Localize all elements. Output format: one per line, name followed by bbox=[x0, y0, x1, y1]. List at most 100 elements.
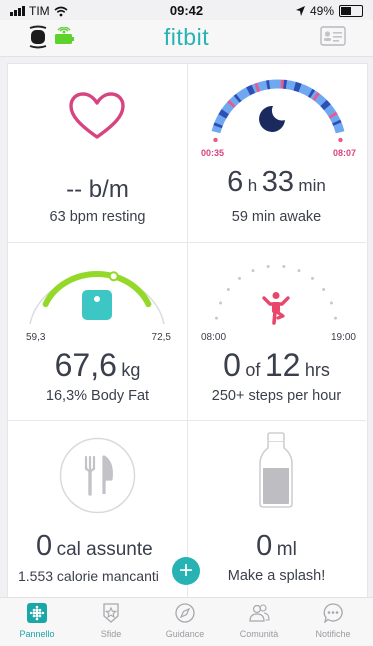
sleep-stage-segment bbox=[329, 109, 331, 112]
sleep-stage-segment bbox=[222, 114, 224, 117]
sleep-stage-segment bbox=[243, 93, 246, 95]
sleep-stage-segment bbox=[322, 101, 324, 103]
sleep-stage-segment bbox=[310, 93, 313, 95]
dashboard-icon bbox=[27, 603, 47, 623]
status-bar: TIM 09:42 49% bbox=[0, 0, 373, 20]
sleep-tile[interactable]: 00:35 08:07 6 h 33 min 59 min awake bbox=[187, 64, 366, 243]
battery-icon bbox=[339, 5, 363, 17]
community-icon bbox=[247, 603, 271, 623]
sleep-awake-time: 59 min awake bbox=[187, 209, 366, 225]
calories-value: 0 cal assunte bbox=[36, 530, 187, 563]
scale-icon bbox=[81, 289, 113, 321]
sleep-stage-segment bbox=[232, 101, 234, 103]
challenges-icon bbox=[101, 603, 121, 623]
sleep-stage-segment bbox=[308, 91, 311, 92]
sleep-stage-segment bbox=[241, 94, 244, 96]
fork-knife-icon bbox=[59, 437, 136, 514]
sleep-stage-segment bbox=[248, 90, 251, 91]
water-bottle-icon bbox=[258, 432, 294, 508]
sleep-stage-segment bbox=[237, 97, 239, 99]
hourly-activity-tile[interactable]: 08:00 19:00 0 of 12 hrs 250+ steps per h… bbox=[187, 242, 366, 421]
sleep-endpoint-dot bbox=[213, 138, 217, 142]
nav-label-dashboard: Pannello bbox=[0, 629, 74, 639]
sleep-arc-chart bbox=[203, 68, 353, 158]
sleep-stage-segment bbox=[256, 87, 259, 88]
bottom-nav: Pannello Sfide Guidance Comunità Notific… bbox=[0, 597, 373, 646]
hour-dot bbox=[330, 302, 333, 305]
quick-log-button[interactable]: + bbox=[172, 557, 200, 585]
sleep-stage-segment bbox=[229, 105, 231, 107]
hour-dot bbox=[252, 269, 255, 272]
profile-card-icon[interactable] bbox=[320, 26, 346, 46]
steps-per-hour-goal: 250+ steps per hour bbox=[187, 388, 366, 404]
app-header: fitbit bbox=[0, 20, 373, 57]
food-tile[interactable]: 0 cal assunte 1.553 calorie mancanti bbox=[8, 420, 188, 598]
battery-percent: 49% bbox=[310, 4, 334, 18]
sleep-stage-segment bbox=[221, 116, 222, 119]
sleep-stage-segment bbox=[227, 107, 229, 109]
location-arrow-icon bbox=[296, 6, 305, 16]
sleep-end-time: 08:07 bbox=[333, 148, 356, 158]
hour-dot bbox=[297, 269, 300, 272]
weight-tile[interactable]: 59,3 72,5 67,6 kg 16,3% Body Fat bbox=[8, 242, 188, 421]
sleep-stage-segment bbox=[336, 121, 337, 124]
water-value: 0 ml bbox=[187, 530, 366, 563]
body-fat: 16,3% Body Fat bbox=[8, 388, 187, 404]
sleep-stage-segment bbox=[292, 86, 295, 87]
sleep-stage-segment bbox=[217, 126, 218, 129]
sleep-duration: 6 h 33 min bbox=[187, 166, 366, 199]
hour-dot bbox=[334, 317, 337, 320]
heart-rate-tile[interactable]: -- b/m 63 bpm resting bbox=[8, 64, 188, 243]
nav-item-guidance[interactable]: Guidance bbox=[148, 598, 222, 646]
sleep-stage-segment bbox=[261, 85, 264, 86]
sleep-stage-segment bbox=[220, 119, 221, 122]
nav-label-notifications: Notifiche bbox=[296, 629, 370, 639]
hour-dot bbox=[238, 277, 241, 280]
nav-item-dashboard[interactable]: Pannello bbox=[0, 598, 74, 646]
sleep-stage-segment bbox=[313, 94, 316, 96]
sleep-stage-segment bbox=[315, 96, 317, 98]
sleep-stage-segment bbox=[225, 109, 227, 111]
sleep-stage-segment bbox=[234, 99, 236, 101]
sleep-stage-segment bbox=[295, 86, 298, 87]
sleep-stage-segment bbox=[253, 88, 256, 89]
water-tile[interactable]: 0 ml Make a splash! bbox=[187, 420, 366, 598]
sleep-stage-segment bbox=[317, 97, 319, 99]
sleep-stage-segment bbox=[335, 119, 336, 122]
sleep-stage-segment bbox=[339, 129, 340, 132]
active-person-icon bbox=[261, 291, 291, 325]
resting-heart-rate: 63 bpm resting bbox=[8, 209, 187, 225]
sleep-stage-segment bbox=[319, 99, 321, 101]
sleep-stage-segment bbox=[327, 107, 329, 109]
nav-label-community: Comunità bbox=[222, 629, 296, 639]
hour-dot bbox=[215, 317, 218, 320]
hour-dot bbox=[282, 265, 285, 268]
sleep-stage-segment bbox=[219, 121, 220, 124]
nav-item-community[interactable]: Comunità bbox=[222, 598, 296, 646]
nav-label-guidance: Guidance bbox=[148, 629, 222, 639]
weight-range-max: 72,5 bbox=[152, 332, 171, 343]
sleep-stage-segment bbox=[334, 116, 335, 119]
sleep-stage-segment bbox=[331, 112, 333, 115]
hour-dot bbox=[219, 302, 222, 305]
hourly-end-time: 19:00 bbox=[331, 332, 356, 343]
compass-icon bbox=[175, 603, 195, 623]
hourly-value: 0 of 12 hrs bbox=[187, 347, 366, 384]
hour-dot bbox=[267, 265, 270, 268]
heart-rate-value: -- b/m bbox=[8, 176, 187, 204]
sleep-endpoint-dot bbox=[338, 138, 342, 142]
notifications-icon bbox=[323, 603, 343, 623]
sleep-stage-segment bbox=[332, 114, 334, 117]
sleep-stage-segment bbox=[305, 90, 308, 91]
sleep-stage-segment bbox=[231, 103, 233, 105]
nav-item-challenges[interactable]: Sfide bbox=[74, 598, 148, 646]
fitbit-logo: fitbit bbox=[0, 24, 373, 51]
sleep-stage-segment bbox=[218, 124, 219, 127]
hour-dot bbox=[322, 288, 325, 291]
weight-range-min: 59,3 bbox=[26, 332, 45, 343]
sleep-stage-segment bbox=[251, 89, 254, 90]
sleep-stage-segment bbox=[303, 89, 306, 90]
sleep-stage-segment bbox=[324, 103, 326, 105]
nav-item-notifications[interactable]: Notifiche bbox=[296, 598, 370, 646]
moon-icon bbox=[259, 106, 285, 132]
